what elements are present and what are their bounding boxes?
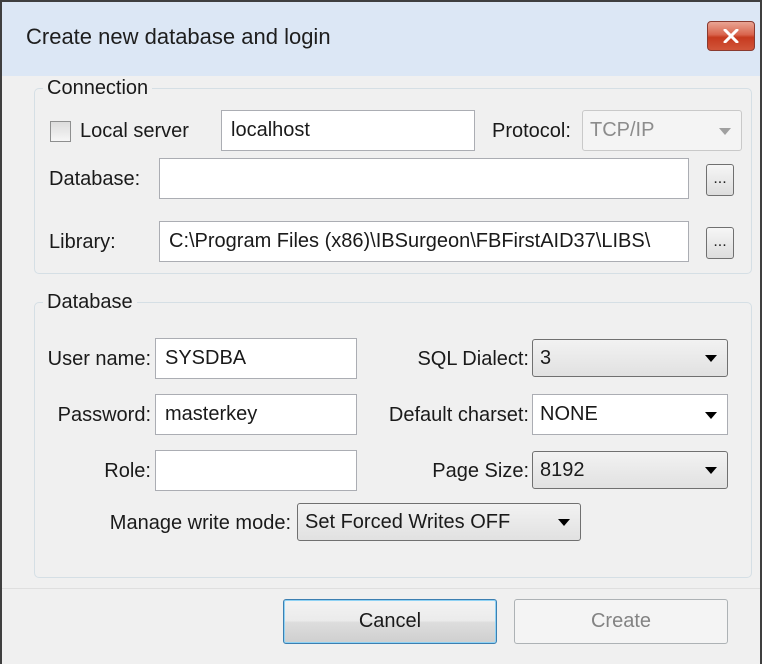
- chevron-down-icon: [719, 128, 731, 135]
- write-mode-label: Manage write mode:: [109, 512, 291, 534]
- database-browse-button[interactable]: ...: [706, 164, 734, 196]
- database-path-input[interactable]: [159, 158, 689, 199]
- dialog-body: Connection Local server localhost Protoc…: [2, 76, 760, 664]
- title-bar[interactable]: Create new database and login: [2, 2, 760, 76]
- server-input[interactable]: localhost: [221, 110, 475, 151]
- protocol-label: Protocol:: [492, 120, 571, 142]
- chevron-down-icon: [705, 467, 717, 474]
- library-label: Library:: [49, 231, 116, 253]
- user-name-label: User name:: [47, 348, 151, 370]
- default-charset-select[interactable]: NONE: [532, 394, 728, 435]
- connection-legend: Connection: [43, 77, 153, 99]
- dialog-window: Create new database and login Connection…: [0, 0, 762, 664]
- database-path-label: Database:: [49, 168, 141, 190]
- chevron-down-icon: [558, 519, 570, 526]
- page-size-select[interactable]: 8192: [532, 451, 728, 489]
- role-label: Role:: [104, 460, 151, 482]
- chevron-down-icon: [705, 412, 717, 419]
- connection-group: Connection Local server localhost Protoc…: [34, 77, 752, 274]
- cancel-button[interactable]: Cancel: [283, 599, 497, 644]
- window-title: Create new database and login: [26, 24, 331, 49]
- page-size-label: Page Size:: [432, 460, 529, 482]
- local-server-label: Local server: [80, 120, 189, 142]
- role-input[interactable]: [155, 450, 357, 491]
- sql-dialect-select[interactable]: 3: [532, 339, 728, 377]
- default-charset-label: Default charset:: [388, 404, 529, 426]
- library-input[interactable]: C:\Program Files (x86)\IBSurgeon\FBFirst…: [159, 221, 689, 262]
- sql-dialect-value: 3: [540, 347, 552, 369]
- user-name-input[interactable]: SYSDBA: [155, 338, 357, 379]
- protocol-value: TCP/IP: [590, 119, 655, 141]
- database-settings-group: Database User name: SYSDBA Password: mas…: [34, 291, 752, 578]
- chevron-down-icon: [705, 355, 717, 362]
- create-button[interactable]: Create: [514, 599, 728, 644]
- sql-dialect-label: SQL Dialect:: [417, 348, 529, 370]
- write-mode-select[interactable]: Set Forced Writes OFF: [297, 503, 581, 541]
- password-label: Password:: [57, 404, 151, 426]
- page-size-value: 8192: [540, 459, 585, 481]
- protocol-select[interactable]: TCP/IP: [582, 110, 742, 151]
- default-charset-value: NONE: [540, 403, 598, 425]
- library-browse-button[interactable]: ...: [706, 227, 734, 259]
- close-icon: [723, 29, 739, 43]
- database-legend: Database: [43, 291, 137, 313]
- local-server-checkbox[interactable]: [50, 121, 71, 142]
- password-input[interactable]: masterkey: [155, 394, 357, 435]
- write-mode-value: Set Forced Writes OFF: [305, 511, 511, 533]
- close-button[interactable]: [707, 21, 755, 51]
- footer-divider: [2, 588, 760, 589]
